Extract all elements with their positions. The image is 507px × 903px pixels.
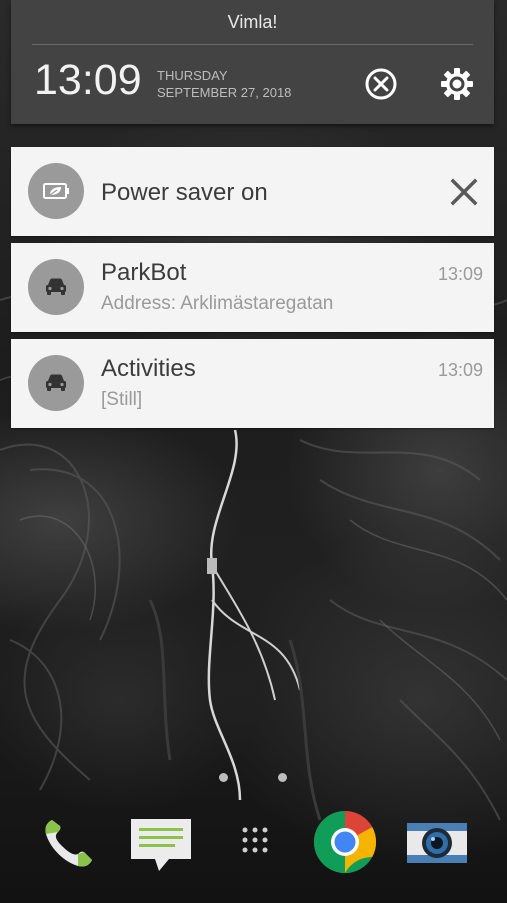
clear-all-icon <box>365 68 397 100</box>
chrome-app[interactable] <box>312 809 378 875</box>
date-label: SEPTEMBER 27, 2018 <box>157 85 292 100</box>
notification-icon-badge <box>28 163 84 219</box>
notification-icon-badge <box>28 259 84 315</box>
clear-all-button[interactable] <box>363 66 399 102</box>
notification-subtitle: [Still] <box>101 389 143 410</box>
messages-icon <box>131 819 191 871</box>
notification-time: 13:09 <box>437 360 483 380</box>
page-indicator-dot <box>219 773 228 782</box>
notification-parkbot[interactable]: ParkBot Address: Arklimästaregatan 13:09 <box>11 243 494 332</box>
settings-icon <box>441 68 473 100</box>
notification-title: Activities <box>101 355 196 382</box>
messages-app[interactable] <box>128 816 194 876</box>
phone-icon <box>45 820 92 867</box>
notification-title: Power saver on <box>101 179 268 206</box>
camera-app[interactable] <box>404 816 470 866</box>
chrome-icon <box>313 810 377 874</box>
notification-icon-badge <box>28 355 84 411</box>
notification-subtitle: Address: Arklimästaregatan <box>101 293 334 314</box>
notification-title: ParkBot <box>101 259 187 286</box>
car-icon <box>46 278 66 295</box>
notification-power-saver[interactable]: Power saver on <box>11 147 494 236</box>
day-label: THURSDAY <box>157 68 228 83</box>
clock: 13:09 <box>34 56 142 104</box>
app-drawer-icon <box>242 827 268 853</box>
notification-header: Vimla! 13:09 THURSDAY SEPTEMBER 27, 2018 <box>11 0 494 124</box>
wallpaper-art <box>0 293 507 821</box>
date-display: THURSDAY SEPTEMBER 27, 2018 <box>157 67 291 101</box>
settings-button[interactable] <box>439 66 475 102</box>
close-icon[interactable] <box>448 176 480 208</box>
notification-activities[interactable]: Activities [Still] 13:09 <box>11 339 494 428</box>
notification-time: 13:09 <box>437 264 483 284</box>
carrier-name: Vimla! <box>227 12 278 32</box>
wallpaper <box>0 0 507 903</box>
page-indicator-dot <box>278 773 287 782</box>
car-icon <box>46 374 66 391</box>
battery-leaf-icon <box>43 183 69 199</box>
header-divider <box>32 44 473 45</box>
camera-icon <box>407 823 467 863</box>
app-drawer-button[interactable] <box>235 820 275 860</box>
phone-app[interactable] <box>36 812 100 876</box>
